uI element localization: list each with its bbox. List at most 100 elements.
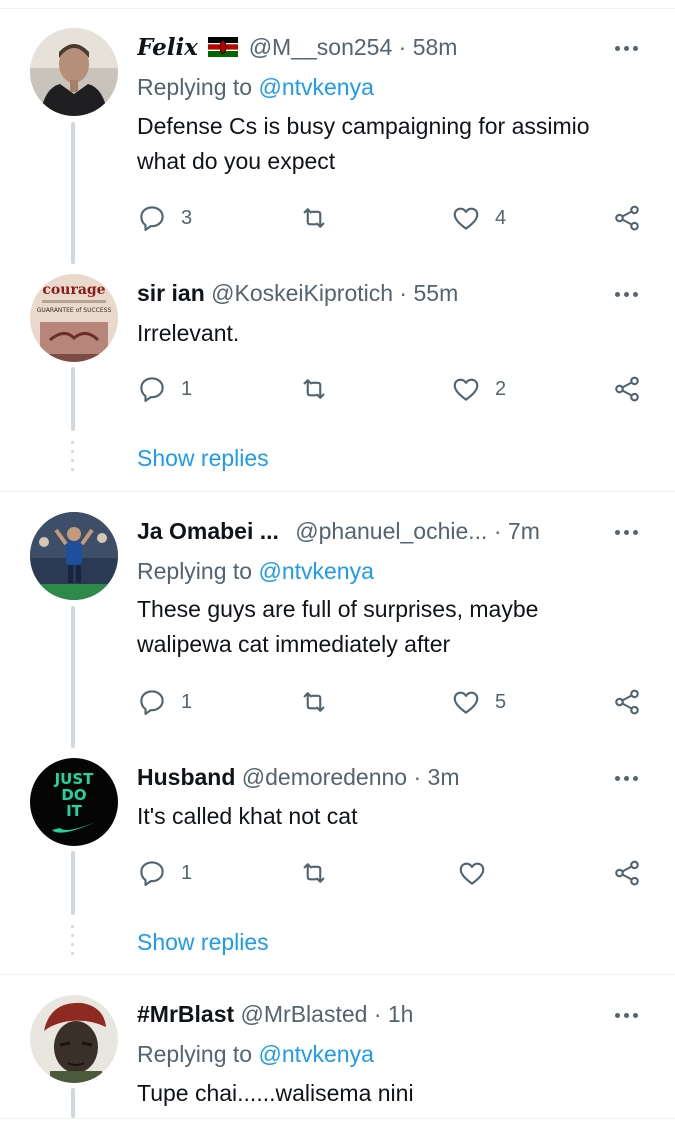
tweet-actions: 3 4 [137, 201, 647, 235]
show-replies-link[interactable]: Show replies [137, 445, 269, 472]
show-replies-link[interactable]: Show replies [137, 929, 269, 956]
reply-icon [140, 690, 164, 715]
display-name[interactable]: Felix [137, 34, 198, 61]
thread-line [71, 606, 75, 748]
reply-button[interactable]: 1 [137, 685, 192, 719]
tweet-header: Husband @demoredenno · 3m [137, 764, 605, 791]
share-icon [615, 860, 639, 886]
tweet-text: Irrelevant. [137, 320, 240, 346]
tweet-header: sir ian @KoskeiKiprotich · 55m [137, 280, 605, 307]
display-name[interactable]: Husband [137, 764, 235, 790]
avatar[interactable] [30, 28, 118, 116]
reply-icon [140, 377, 164, 402]
tweet-actions: 1 [137, 856, 647, 890]
handle[interactable]: @MrBlasted [241, 1001, 368, 1027]
soldier-icon [30, 995, 118, 1083]
avatar[interactable]: JUST DO IT [30, 758, 118, 846]
avatar[interactable]: courage GUARANTEE of SUCCESS [30, 274, 118, 362]
display-name[interactable]: sir ian [137, 280, 205, 306]
retweet-icon [303, 379, 325, 399]
more-options-icon[interactable] [613, 1005, 643, 1027]
divider [0, 974, 675, 975]
timestamp[interactable]: 1h [388, 1001, 414, 1027]
more-options-icon[interactable] [613, 284, 643, 306]
thread-line [71, 367, 75, 431]
reply-button[interactable]: 3 [137, 201, 192, 235]
reply-count: 1 [181, 861, 193, 884]
like-button[interactable]: 2 [451, 372, 506, 406]
svg-text:courage: courage [42, 282, 105, 298]
reply-button[interactable]: 1 [137, 372, 192, 406]
reply-count: 1 [181, 377, 193, 400]
share-button[interactable] [612, 201, 642, 235]
timestamp[interactable]: 3m [428, 764, 460, 790]
thread-line [71, 1088, 75, 1118]
avatar[interactable] [30, 512, 118, 600]
svg-text:IT: IT [66, 802, 83, 820]
separator-dot: · [413, 764, 422, 790]
more-options-icon[interactable] [613, 38, 643, 60]
divider [0, 491, 675, 492]
share-button[interactable] [612, 685, 642, 719]
separator-dot: · [493, 518, 502, 544]
like-button[interactable]: 4 [451, 201, 506, 235]
separator-dot: · [373, 1001, 382, 1027]
replying-to: Replying to @ntvkenya [137, 74, 374, 101]
tweet-text: Defense Cs is busy campaigning for assim… [137, 113, 590, 174]
tweet-text: It's called khat not cat [137, 803, 358, 829]
replying-prefix: Replying to [137, 558, 253, 584]
reply-button[interactable]: 1 [137, 856, 192, 890]
share-icon [615, 376, 639, 402]
reply-icon [140, 206, 164, 231]
man-portrait-icon [30, 28, 118, 116]
retweet-icon [303, 863, 325, 883]
tweet-header: #MrBlast @MrBlasted · 1h [137, 1001, 605, 1028]
avatar[interactable] [30, 995, 118, 1083]
reply-icon [140, 861, 164, 886]
handle[interactable]: @M__son254 [249, 34, 393, 60]
replying-to: Replying to @ntvkenya [137, 1041, 374, 1068]
replying-prefix: Replying to [137, 1041, 253, 1067]
courage-poster-icon: courage GUARANTEE of SUCCESS [30, 274, 118, 362]
heart-icon [459, 862, 485, 885]
retweet-button[interactable] [299, 201, 343, 235]
replying-to-link[interactable]: @ntvkenya [258, 558, 373, 584]
handle[interactable]: @demoredenno [242, 764, 407, 790]
share-button[interactable] [612, 372, 642, 406]
heart-icon [453, 207, 479, 230]
heart-icon [453, 691, 479, 714]
replying-to-link[interactable]: @ntvkenya [258, 1041, 373, 1067]
handle[interactable]: @KoskeiKiprotich [211, 280, 393, 306]
like-button[interactable] [457, 856, 501, 890]
kenya-flag-icon [208, 37, 239, 57]
replying-to-link[interactable]: @ntvkenya [258, 74, 373, 100]
retweet-button[interactable] [299, 372, 343, 406]
like-count: 4 [495, 206, 507, 229]
heart-icon [453, 378, 479, 401]
replying-prefix: Replying to [137, 74, 253, 100]
tweet-actions: 1 2 [137, 372, 647, 406]
timestamp[interactable]: 7m [508, 518, 540, 544]
timestamp[interactable]: 58m [413, 34, 458, 60]
display-name[interactable]: Ja Omabei ... [137, 518, 279, 544]
retweet-button[interactable] [299, 856, 343, 890]
more-options-icon[interactable] [613, 768, 643, 790]
more-options-icon[interactable] [613, 522, 643, 544]
separator-dot: · [399, 280, 408, 306]
handle[interactable]: @phanuel_ochie... [295, 518, 487, 544]
tweet-header: Ja Omabei ... @phanuel_ochie... · 7m [137, 518, 605, 545]
tweet-header: Felix @M__son254 · 58m [137, 34, 605, 61]
retweet-icon [303, 208, 325, 228]
share-button[interactable] [612, 856, 642, 890]
separator-dot: · [398, 34, 407, 60]
thread-line [71, 122, 75, 264]
retweet-icon [303, 692, 325, 712]
more-replies-indicator [71, 441, 75, 477]
retweet-button[interactable] [299, 685, 343, 719]
like-count: 5 [495, 690, 507, 713]
tweet-text: Tupe chai......walisema nini [137, 1080, 414, 1106]
display-name[interactable]: #MrBlast [137, 1001, 234, 1027]
svg-text:GUARANTEE of SUCCESS: GUARANTEE of SUCCESS [37, 307, 112, 314]
like-button[interactable]: 5 [451, 685, 506, 719]
timestamp[interactable]: 55m [413, 280, 458, 306]
